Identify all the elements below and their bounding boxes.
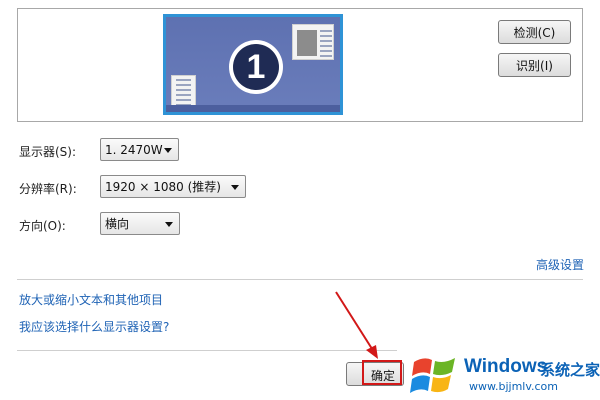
watermark-brand-suffix: 系统之家	[540, 361, 600, 379]
watermark-brand: Windows	[464, 356, 548, 377]
annotation-arrow	[335, 291, 378, 359]
watermark-url: www.bjjmlv.com	[469, 380, 558, 393]
windows-logo-icon	[410, 358, 455, 393]
